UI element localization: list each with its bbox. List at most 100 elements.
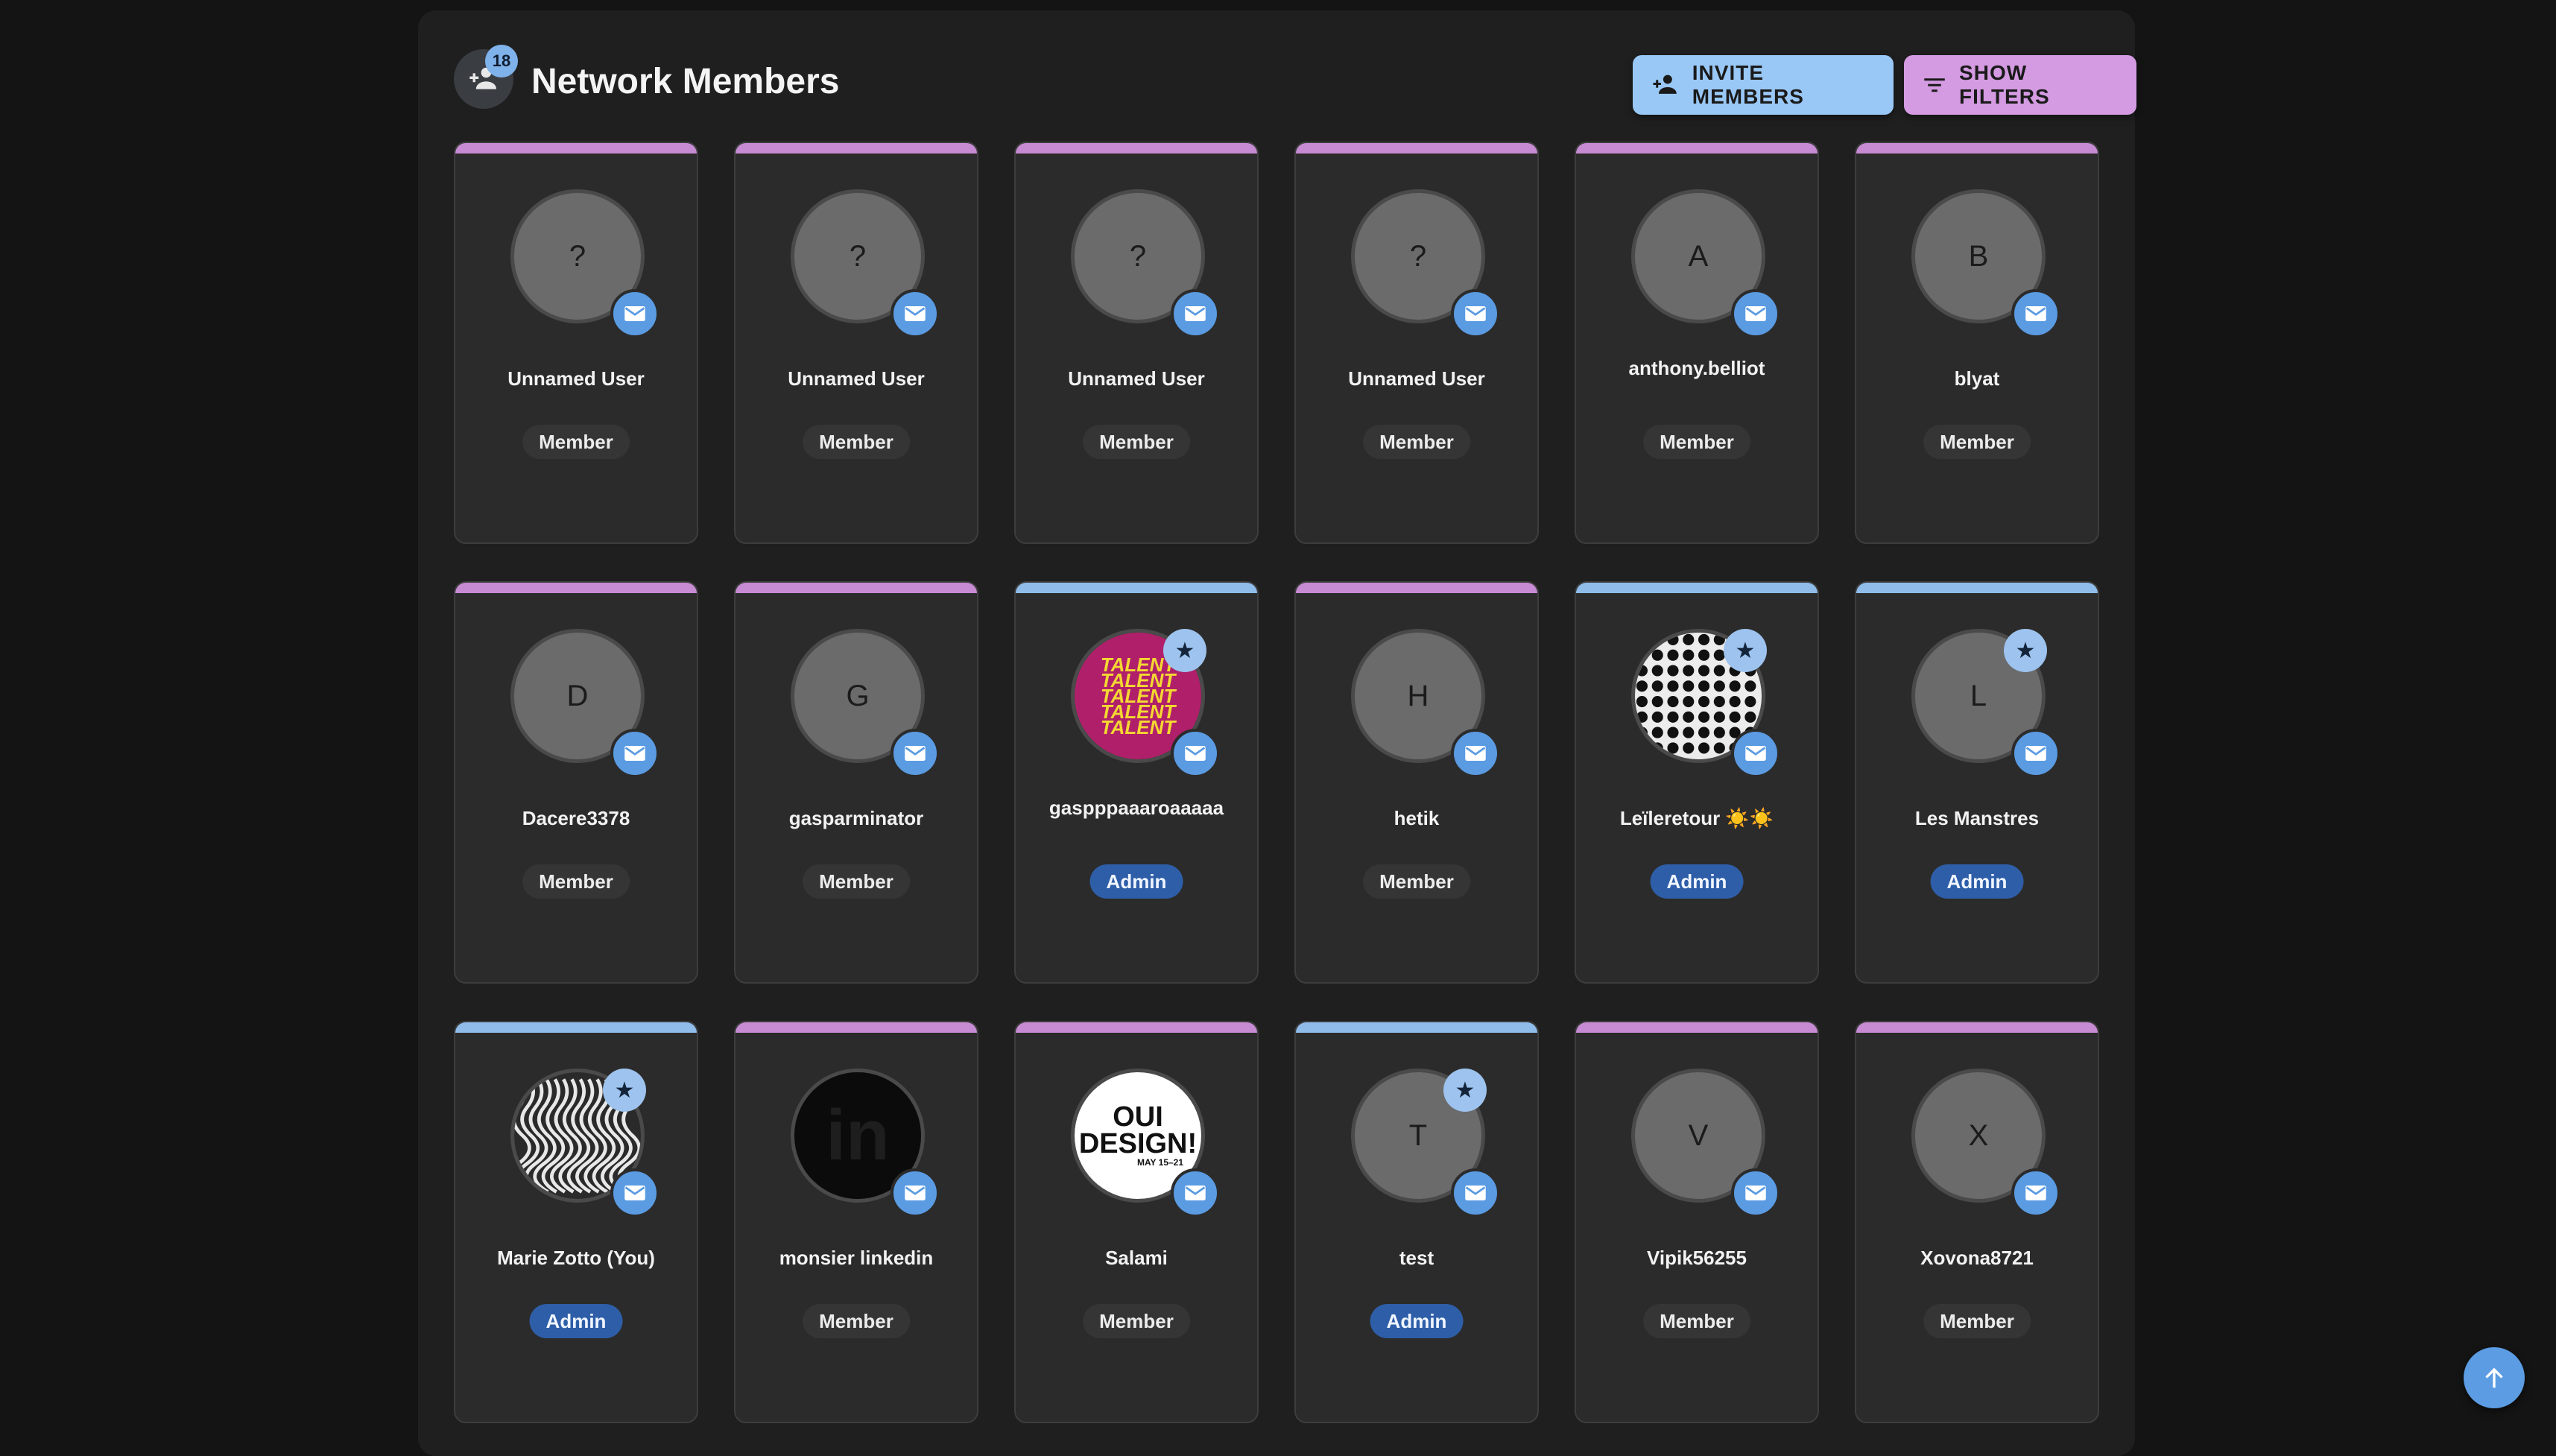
show-filters-button[interactable]: SHOW FILTERS — [1904, 55, 2136, 115]
member-card[interactable]: ? Unnamed User Member — [734, 142, 978, 544]
role-badge: Member — [1363, 425, 1470, 459]
member-card[interactable]: L ★ Les Manstres Admin — [1855, 581, 2099, 984]
member-name: Salami — [1105, 1247, 1168, 1269]
member-card[interactable]: Ggasparminator Member — [734, 581, 978, 984]
arrow-up-icon — [2485, 1367, 2503, 1388]
member-name: Unnamed User — [1348, 367, 1485, 390]
member-name: Marie Zotto (You) — [497, 1247, 655, 1269]
role-badge: Member — [1363, 864, 1470, 899]
mail-icon[interactable] — [1451, 289, 1500, 338]
card-role-bar — [1296, 1022, 1537, 1033]
mail-icon[interactable] — [1451, 1168, 1500, 1218]
role-badge: Admin — [529, 1304, 623, 1338]
dates-text: MAY 15–21 — [1136, 1157, 1184, 1168]
member-card[interactable]: Hhetik Member — [1294, 581, 1539, 984]
card-role-bar — [1016, 143, 1257, 153]
card-role-bar — [455, 143, 697, 153]
mail-icon[interactable] — [1171, 1168, 1220, 1218]
card-role-bar — [455, 583, 697, 593]
member-name: hetik — [1394, 807, 1440, 829]
member-card[interactable]: ★ Marie Zotto (You) Admin — [454, 1021, 698, 1423]
member-card[interactable]: Bblyat Member — [1855, 142, 2099, 544]
role-badge: Admin — [1089, 864, 1183, 899]
card-role-bar — [736, 1022, 977, 1033]
avatar-initial: L — [1970, 679, 1987, 712]
scroll-to-top-button[interactable] — [2464, 1347, 2525, 1408]
member-name: Vipik56255 — [1647, 1247, 1747, 1269]
member-name: Unnamed User — [1068, 367, 1205, 390]
mail-icon[interactable] — [1451, 729, 1500, 778]
mail-icon[interactable] — [610, 729, 659, 778]
member-card[interactable]: D Dacere3378 Member — [454, 581, 698, 984]
avatar-initial: D — [566, 679, 589, 712]
mail-icon[interactable] — [2011, 1168, 2060, 1218]
member-name: blyat — [1954, 367, 2000, 390]
card-role-bar — [1296, 583, 1537, 593]
avatar-initial: H — [1407, 679, 1429, 712]
mail-icon[interactable] — [891, 1168, 940, 1218]
member-card[interactable]: V Vipik56255 Member — [1575, 1021, 1819, 1423]
card-role-bar — [1016, 583, 1257, 593]
show-filters-label: SHOW FILTERS — [1959, 61, 2050, 108]
member-name: Les Manstres — [1914, 807, 2040, 829]
member-card[interactable]: OUI DESIGN! MAY 15–21 Salami Member — [1014, 1021, 1259, 1423]
card-role-bar — [1856, 583, 2098, 593]
card-role-bar — [1856, 143, 2098, 153]
role-badge: Member — [1643, 1304, 1750, 1338]
star-icon: ★ — [1163, 629, 1206, 672]
mail-icon[interactable] — [610, 289, 659, 338]
mail-icon[interactable] — [2011, 289, 2060, 338]
person-add-icon — [1653, 75, 1677, 94]
member-name: Leïleretour ☀️☀️ — [1619, 807, 1774, 829]
mail-icon[interactable] — [1731, 289, 1780, 338]
star-icon: ★ — [2004, 629, 2047, 672]
role-badge: Member — [1643, 425, 1750, 459]
member-count-badge: 18 — [485, 45, 518, 77]
member-card[interactable]: ? Unnamed User Member — [1294, 142, 1539, 544]
panel-header: 18 Network Members INVITE MEMBERS SHOW F… — [454, 45, 2136, 115]
mail-icon[interactable] — [1171, 729, 1220, 778]
role-badge: Admin — [1370, 1304, 1464, 1338]
avatar-initial: T — [1408, 1118, 1428, 1152]
role-badge: Member — [803, 1304, 910, 1338]
members-panel: 18 Network Members INVITE MEMBERS SHOW F… — [418, 10, 2136, 1456]
member-name: gaspppaaaroaaaaa — [1048, 797, 1224, 819]
member-card[interactable]: ★ Leïleretour ☀️☀️ Admin — [1575, 581, 1819, 984]
member-card[interactable]: ? Unnamed User Member — [1014, 142, 1259, 544]
role-badge: Member — [803, 425, 910, 459]
avatar-initial: ? — [1129, 239, 1147, 273]
mail-icon[interactable] — [891, 289, 940, 338]
role-badge: Admin — [1930, 864, 2024, 899]
member-card[interactable]: X Xovona8721 Member — [1855, 1021, 2099, 1423]
member-name: gasparminator — [788, 807, 924, 829]
role-badge: Member — [1923, 1304, 2031, 1338]
mail-icon[interactable] — [1731, 1168, 1780, 1218]
member-card[interactable]: TALENT TALENT TALENT TALENT TALENT ★ gaspppaaa… — [1014, 581, 1259, 984]
member-name: test — [1399, 1247, 1434, 1269]
member-card[interactable]: Aanthony.belliot Member — [1575, 142, 1819, 544]
card-role-bar — [1576, 1022, 1818, 1033]
member-name: Unnamed User — [788, 367, 925, 390]
member-card[interactable]: ? Unnamed User Member — [454, 142, 698, 544]
role-badge: Member — [1083, 1304, 1190, 1338]
members-avatar-icon: 18 — [454, 45, 518, 109]
design-text: DESIGN! — [1078, 1128, 1198, 1159]
member-card[interactable]: in monsier linkedin Member — [734, 1021, 978, 1423]
member-name: Xovona8721 — [1920, 1247, 2034, 1269]
mail-icon[interactable] — [610, 1168, 659, 1218]
star-icon: ★ — [1443, 1069, 1487, 1112]
member-card[interactable]: T ★ test Admin — [1294, 1021, 1539, 1423]
filter-icon — [1924, 78, 1945, 92]
mail-icon[interactable] — [1171, 289, 1220, 338]
role-badge: Member — [803, 864, 910, 899]
mail-icon[interactable] — [891, 729, 940, 778]
card-role-bar — [1296, 143, 1537, 153]
avatar-initial: B — [1968, 239, 1989, 273]
role-badge: Member — [1923, 425, 2031, 459]
mail-icon[interactable] — [1731, 729, 1780, 778]
card-role-bar — [736, 583, 977, 593]
mail-icon[interactable] — [2011, 729, 2060, 778]
avatar-initial: ? — [1409, 239, 1427, 273]
invite-members-button[interactable]: INVITE MEMBERS — [1633, 55, 1894, 115]
card-role-bar — [1856, 1022, 2098, 1033]
